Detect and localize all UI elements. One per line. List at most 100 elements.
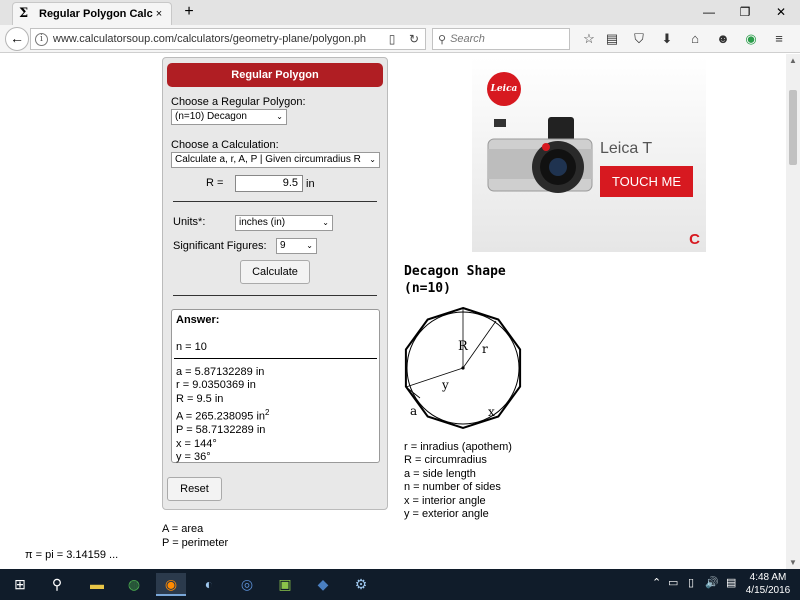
answer-divider (174, 358, 377, 359)
label-x: x (488, 405, 495, 419)
url-text[interactable]: www.calculatorsoup.com/calculators/geome… (53, 33, 381, 45)
shape-title: Decagon Shape (n=10) (404, 263, 506, 297)
result-R: R = 9.5 in (176, 392, 224, 405)
inradius-line (462, 320, 497, 369)
result-r: r = 9.0350369 in (176, 379, 256, 392)
tab-close-icon[interactable]: × (153, 8, 165, 20)
units-select[interactable]: inches (in) ⌄ (235, 215, 333, 231)
notifications-icon[interactable]: ▤ (726, 576, 736, 589)
app-icon-4[interactable]: ◆ (308, 573, 338, 596)
reload-icon[interactable]: ↻ (403, 32, 425, 46)
legend-y: y = exterior angle (404, 508, 489, 521)
new-tab-button[interactable]: + (180, 3, 198, 21)
minimize-button[interactable]: — (692, 2, 726, 22)
app-icon-2[interactable]: ◎ (232, 573, 262, 596)
extension-icon[interactable]: ◉ (742, 31, 760, 47)
r-unit: in (306, 178, 315, 190)
firefox-icon[interactable]: ◉ (156, 573, 186, 596)
start-icon[interactable]: ⊞ (5, 573, 35, 596)
reset-button[interactable]: Reset (167, 477, 222, 501)
sigfig-label: Significant Figures: (173, 240, 267, 252)
polygon-label: Choose a Regular Polygon: (171, 96, 306, 108)
calculation-label: Choose a Calculation: (171, 139, 279, 151)
camera-image (487, 117, 593, 193)
network-icon[interactable]: ▭ (668, 576, 678, 589)
exterior-angle-line (405, 367, 464, 388)
bookmark-star-icon[interactable]: ☆ (580, 31, 598, 47)
nav-bar: ← i www.calculatorsoup.com/calculators/g… (0, 25, 800, 53)
page-content: Regular Polygon Choose a Regular Polygon… (0, 54, 786, 569)
chrome-icon[interactable]: ◍ (119, 573, 149, 596)
answer-box: Answer: n = 10 a = 5.87132289 in r = 9.0… (171, 309, 380, 463)
app-icon-1[interactable]: ◐ (194, 573, 224, 596)
calculate-button[interactable]: Calculate (240, 260, 310, 284)
scroll-up-icon[interactable]: ▲ (789, 56, 797, 65)
touch-me-button[interactable]: TOUCH ME (600, 166, 693, 197)
units-label: Units*: (173, 216, 206, 228)
answer-title: Answer: (176, 314, 220, 326)
battery-icon[interactable]: ▯ (688, 576, 694, 589)
volume-icon[interactable]: 🔊 (705, 576, 719, 589)
adchoices-icon[interactable]: C (689, 231, 700, 248)
page-scrollbar[interactable]: ▲ ▼ (786, 54, 800, 569)
search-input[interactable]: ⚲ Search (432, 28, 570, 50)
divider (173, 201, 377, 202)
answer-n: n = 10 (176, 341, 207, 353)
result-P: P = 58.7132289 in (176, 424, 266, 437)
clock-date: 4/15/2016 (745, 585, 791, 596)
app-icon-3[interactable]: ▣ (270, 573, 300, 596)
label-y: y (441, 378, 449, 392)
close-window-button[interactable]: ✕ (764, 2, 798, 22)
decagon-diagram: R r y a x (404, 306, 522, 430)
taskbar: ⊞ ⚲ ▬ ◍ ◉ ◐ ◎ ▣ ◆ ⚙ ⌃ ▭ ▯ 🔊 ▤ 4:48 AM 4/… (0, 569, 800, 600)
back-button[interactable]: ← (5, 27, 29, 51)
result-A: A = 265.238095 in2 (176, 406, 269, 424)
polygon-select[interactable]: (n=10) Decagon ⌄ (171, 109, 287, 125)
leica-advertisement[interactable]: Leica Leica T TOUCH ME C (472, 57, 706, 252)
legend-a: a = side length (404, 467, 476, 480)
menu-icon[interactable]: ≡ (770, 31, 788, 47)
reader-view-icon[interactable]: ▯ (381, 32, 403, 46)
chevron-down-icon: ⌄ (306, 241, 313, 250)
result-y: y = 36° (176, 451, 211, 464)
circumradius-input[interactable]: 9.5 (235, 175, 303, 192)
sigma-icon: Σ (19, 6, 29, 21)
scrollbar-thumb[interactable] (789, 90, 797, 165)
chevron-down-icon: ⌄ (322, 218, 329, 227)
result-x: x = 144° (176, 437, 217, 450)
info-icon[interactable]: i (35, 32, 48, 46)
calculator-panel: Regular Polygon Choose a Regular Polygon… (162, 57, 388, 510)
tray-chevron-icon[interactable]: ⌃ (652, 576, 661, 589)
app-icon-5[interactable]: ⚙ (346, 573, 376, 596)
download-icon[interactable]: ⬇ (658, 31, 676, 47)
calculation-select[interactable]: Calculate a, r, A, P | Given circumradiu… (171, 152, 380, 168)
area-definition: A = area (162, 523, 204, 535)
system-clock[interactable]: 4:48 AM 4/15/2016 (740, 571, 796, 597)
restore-button[interactable]: ❐ (728, 2, 762, 22)
browser-tab[interactable]: Σ Regular Polygon Calculator × (12, 2, 172, 25)
shape-title-line2: (n=10) (404, 281, 451, 296)
sigfig-select-value: 9 (280, 240, 286, 251)
file-explorer-icon[interactable]: ▬ (82, 573, 112, 596)
legend-r: r = inradius (apothem) (404, 441, 512, 453)
polygon-select-value: (n=10) Decagon (175, 111, 247, 122)
calculator-header: Regular Polygon (167, 63, 383, 87)
calculation-select-value: Calculate a, r, A, P | Given circumradiu… (175, 154, 361, 165)
label-a: a (410, 404, 417, 418)
pocket-icon[interactable]: ⛉ (630, 31, 648, 47)
bookmarks-list-icon[interactable]: ▤ (603, 31, 621, 47)
sigfig-select[interactable]: 9 ⌄ (276, 238, 317, 254)
search-icon[interactable]: ⚲ (42, 573, 72, 596)
leica-logo: Leica (487, 72, 521, 106)
tab-strip: Σ Regular Polygon Calculator × + — ❐ ✕ (0, 0, 800, 25)
legend-x: x = interior angle (404, 494, 486, 507)
diagram-legend: r = inradius (apothem) R = circumradius … (404, 441, 512, 521)
clock-time: 4:48 AM (749, 572, 787, 583)
chat-icon[interactable]: ☻ (714, 31, 732, 47)
url-bar[interactable]: i www.calculatorsoup.com/calculators/geo… (30, 28, 426, 50)
center-point (461, 366, 465, 370)
home-icon[interactable]: ⌂ (686, 31, 704, 47)
scroll-down-icon[interactable]: ▼ (789, 558, 797, 567)
units-select-value: inches (in) (239, 217, 286, 228)
shape-title-line1: Decagon Shape (404, 264, 506, 279)
